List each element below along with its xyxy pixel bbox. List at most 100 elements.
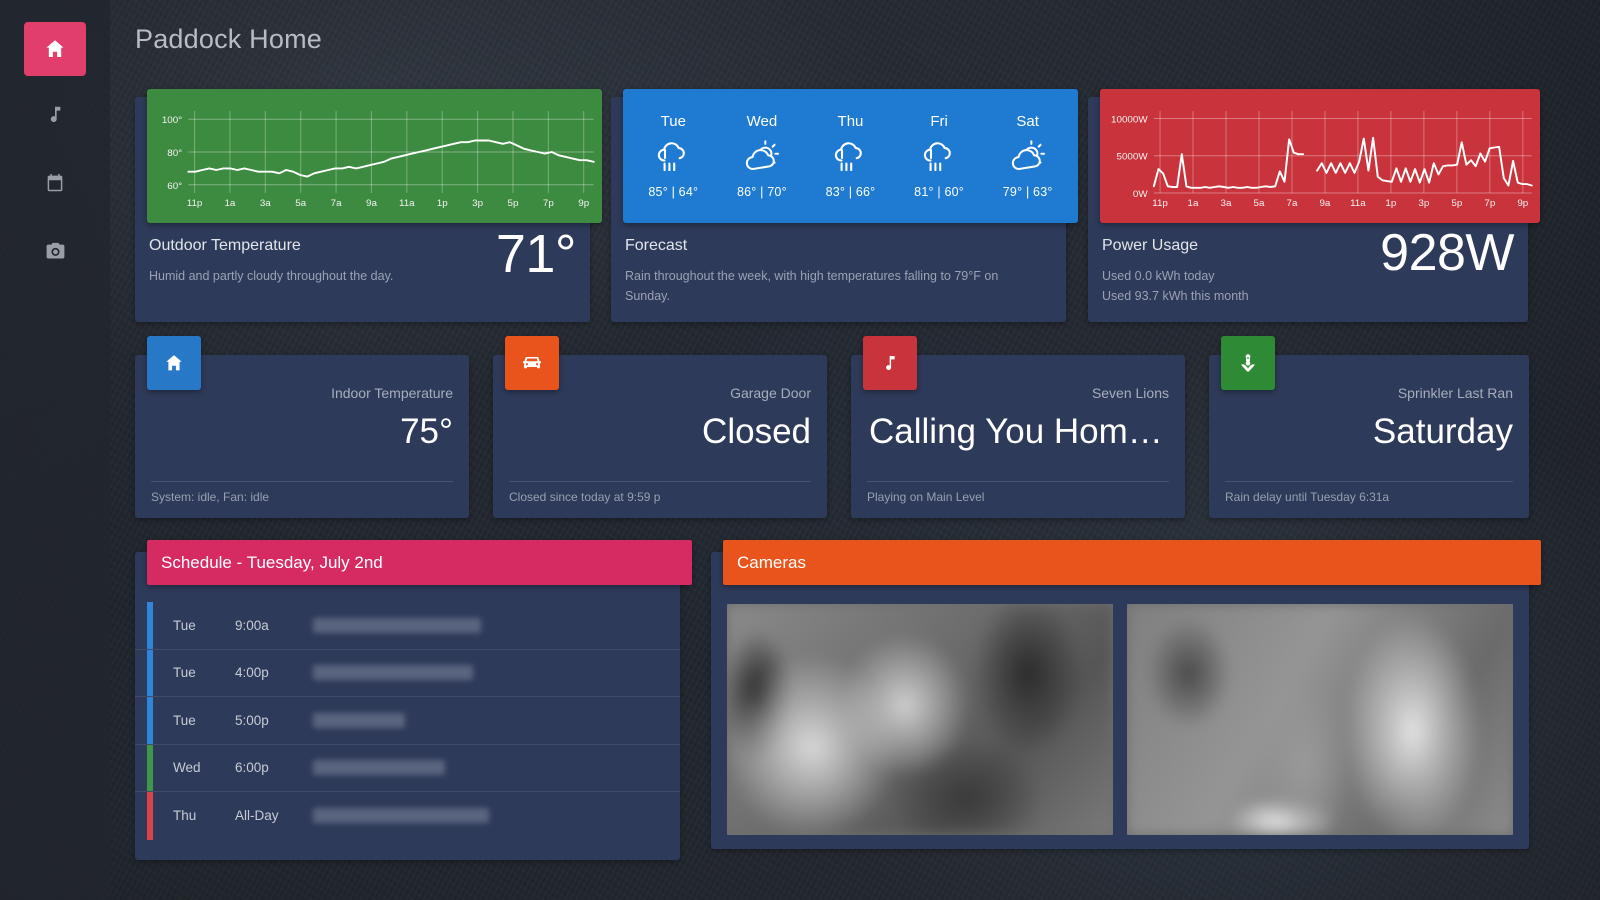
sidebar-item-calendar[interactable] bbox=[24, 156, 86, 210]
schedule-time: 6:00p bbox=[235, 760, 269, 776]
schedule-color-bar bbox=[147, 744, 153, 791]
status-card-footer: System: idle, Fan: idle bbox=[151, 490, 270, 504]
schedule-panel: Schedule - Tuesday, July 2nd Tue 9:00a T… bbox=[135, 540, 692, 860]
svg-text:11p: 11p bbox=[187, 198, 203, 209]
outdoor-temperature-chart: 60° 80° 100° 11p 1a 3a 5a 7a 9a 11a 1p 3p 5p 7p 9p bbox=[147, 89, 602, 223]
status-card-divider bbox=[151, 481, 453, 482]
svg-text:9a: 9a bbox=[366, 198, 378, 209]
svg-text:5000W: 5000W bbox=[1116, 152, 1148, 163]
power-usage-body: Power Usage Used 0.0 kWh today Used 93.7… bbox=[1102, 227, 1514, 307]
rain-icon bbox=[835, 142, 863, 172]
power-usage-value: 928W bbox=[1380, 224, 1514, 282]
svg-text:9a: 9a bbox=[1319, 198, 1331, 209]
status-card-value: Saturday bbox=[1372, 413, 1513, 451]
svg-text:100°: 100° bbox=[162, 115, 182, 126]
camera-feed-left[interactable] bbox=[727, 604, 1113, 835]
svg-text:5p: 5p bbox=[1451, 198, 1462, 209]
status-card-label: Seven Lions bbox=[1091, 385, 1169, 401]
schedule-row[interactable]: Thu All-Day bbox=[135, 792, 680, 840]
status-card-label: Indoor Temperature bbox=[331, 385, 453, 401]
forecast-day-temps: 85° | 64° bbox=[648, 185, 699, 199]
outdoor-temperature-card[interactable]: 60° 80° 100° 11p 1a 3a 5a 7a 9a 11a 1p 3p 5p 7p 9p Out… bbox=[135, 89, 602, 322]
schedule-day: Tue bbox=[173, 617, 196, 633]
svg-text:7p: 7p bbox=[1484, 198, 1495, 209]
forecast-subtitle: Rain throughout the week, with high temp… bbox=[625, 269, 999, 303]
svg-text:5a: 5a bbox=[1254, 198, 1266, 209]
main-content: Paddock Home 60° 80° 100° 11p 1a 3a 5a 7a 9a 11a 1… bbox=[110, 0, 1600, 900]
svg-text:7a: 7a bbox=[331, 198, 343, 209]
schedule-event-title-redacted bbox=[313, 665, 473, 681]
music-icon[interactable] bbox=[863, 336, 917, 390]
forecast-day-tue: Tue 85° | 64° bbox=[629, 113, 718, 199]
svg-text:1a: 1a bbox=[1188, 198, 1200, 209]
status-card-seven-lions[interactable]: Seven Lions Calling You Home… Playing on… bbox=[851, 336, 1185, 518]
status-card-value: Calling You Home… bbox=[869, 413, 1169, 451]
sidebar-item-camera[interactable] bbox=[24, 224, 86, 278]
schedule-color-bar bbox=[147, 602, 153, 649]
svg-text:5a: 5a bbox=[295, 198, 307, 209]
forecast-body: Forecast Rain throughout the week, with … bbox=[625, 237, 1052, 307]
forecast-day-wed: Wed 86° | 70° bbox=[718, 113, 807, 199]
status-card-garage-door[interactable]: Garage Door Closed Closed since today at… bbox=[493, 336, 827, 518]
sidebar-item-music[interactable] bbox=[24, 88, 86, 142]
svg-text:0W: 0W bbox=[1133, 189, 1149, 200]
power-usage-chart: 0W 5000W 10000W 11p 1a 3a 5a 7a 9a 11a 1p 3p 5p 7p 9p bbox=[1100, 89, 1540, 223]
svg-text:5p: 5p bbox=[507, 198, 518, 209]
schedule-event-title-redacted bbox=[313, 617, 481, 633]
schedule-row[interactable]: Tue 4:00p bbox=[135, 649, 680, 697]
forecast-day-name: Fri bbox=[930, 113, 948, 130]
svg-text:1p: 1p bbox=[437, 198, 448, 209]
power-usage-card[interactable]: 0W 5000W 10000W 11p 1a 3a 5a 7a 9a 11a 1p 3p 5p 7p 9p … bbox=[1088, 89, 1540, 322]
sprinkler-icon[interactable] bbox=[1221, 336, 1275, 390]
music-icon bbox=[44, 104, 66, 126]
outdoor-temperature-subtitle: Humid and partly cloudy throughout the d… bbox=[149, 269, 394, 283]
svg-text:3a: 3a bbox=[1221, 198, 1233, 209]
status-card-footer: Rain delay until Tuesday 6:31a bbox=[1225, 490, 1390, 504]
rain-icon bbox=[923, 142, 951, 172]
rain-icon bbox=[653, 137, 693, 179]
schedule-list: Tue 9:00a Tue 4:00p Tue 5:00p Wed 6:00p … bbox=[135, 602, 680, 860]
car-icon[interactable] bbox=[505, 336, 559, 390]
schedule-row[interactable]: Tue 9:00a bbox=[135, 602, 680, 650]
forecast-day-temps: 86° | 70° bbox=[736, 185, 787, 199]
camera-image-right bbox=[1127, 604, 1513, 835]
home-icon[interactable] bbox=[147, 336, 201, 390]
forecast-day-name: Thu bbox=[837, 113, 864, 130]
page-title: Paddock Home bbox=[135, 24, 322, 54]
svg-text:3p: 3p bbox=[1418, 198, 1429, 209]
schedule-time: 4:00p bbox=[235, 665, 269, 681]
schedule-color-bar bbox=[147, 792, 153, 840]
schedule-day: Tue bbox=[173, 665, 196, 681]
schedule-header: Schedule - Tuesday, July 2nd bbox=[147, 540, 692, 585]
schedule-day: Thu bbox=[173, 808, 197, 824]
cameras-panel: Cameras bbox=[711, 540, 1541, 849]
status-card-value: Closed bbox=[702, 413, 811, 451]
rain-icon bbox=[919, 137, 959, 179]
status-card-indoor-temperature[interactable]: Indoor Temperature 75° System: idle, Fan… bbox=[135, 336, 469, 518]
status-card-sprinkler-last-ran[interactable]: Sprinkler Last Ran Saturday Rain delay u… bbox=[1209, 336, 1529, 518]
camera-feed-right[interactable] bbox=[1127, 604, 1513, 835]
svg-text:11p: 11p bbox=[1152, 198, 1168, 209]
svg-text:10000W: 10000W bbox=[1111, 115, 1148, 126]
forecast-title: Forecast bbox=[625, 237, 688, 254]
camera-icon bbox=[44, 240, 67, 263]
forecast-card[interactable]: Tue 85° | 64° Wed 86° | 70° Thu 83° | 66° F… bbox=[611, 89, 1078, 322]
status-card-value: 75° bbox=[400, 413, 453, 451]
svg-text:9p: 9p bbox=[1517, 198, 1528, 209]
schedule-row[interactable]: Wed 6:00p bbox=[135, 744, 680, 792]
svg-text:3p: 3p bbox=[472, 198, 483, 209]
svg-text:60°: 60° bbox=[167, 181, 182, 192]
forecast-day-name: Sat bbox=[1016, 113, 1039, 130]
svg-text:7a: 7a bbox=[1286, 198, 1298, 209]
sidebar bbox=[0, 0, 110, 900]
rain-icon bbox=[830, 137, 870, 179]
forecast-day-thu: Thu 83° | 66° bbox=[806, 113, 895, 199]
partly-cloudy-icon bbox=[1007, 137, 1049, 179]
cameras-header: Cameras bbox=[723, 540, 1541, 585]
camera-grid bbox=[727, 604, 1513, 835]
schedule-row[interactable]: Tue 5:00p bbox=[135, 697, 680, 745]
forecast-day-name: Tue bbox=[660, 113, 686, 130]
svg-text:11a: 11a bbox=[399, 198, 415, 209]
sidebar-item-home[interactable] bbox=[24, 22, 86, 76]
schedule-day: Tue bbox=[173, 712, 196, 728]
